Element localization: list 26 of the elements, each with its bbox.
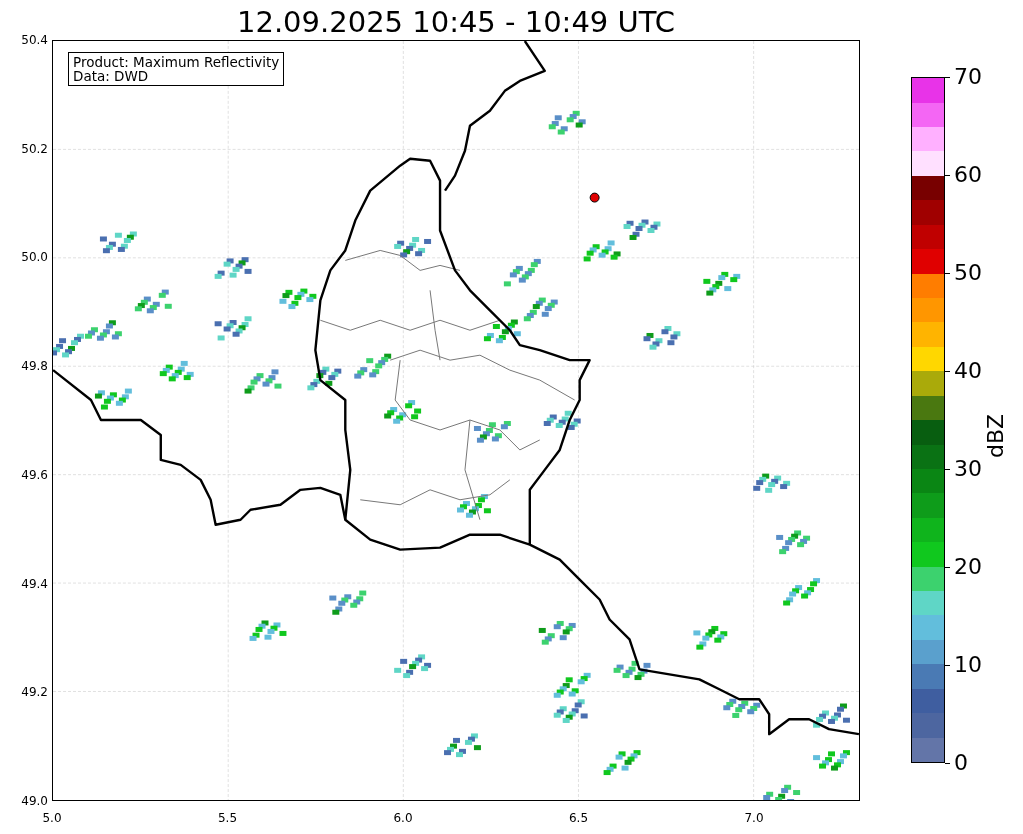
colorbar-tick-label: 50 xyxy=(954,260,982,286)
colorbar-tick-label: 40 xyxy=(954,358,982,384)
longitude-tick-label: 6.5 xyxy=(567,811,590,825)
location-marker xyxy=(589,192,600,203)
colorbar-tick-label: 60 xyxy=(954,162,982,188)
latitude-tick-label: 50.4 xyxy=(21,33,48,47)
legend-text: Product: Maximum Reflectivity xyxy=(73,55,280,69)
latitude-tick-label: 49.6 xyxy=(21,467,48,482)
colorbar-unit-label: dBZ xyxy=(983,413,1010,458)
latitude-tick-label: 49.8 xyxy=(21,359,48,374)
latitude-tick-label: 49.0 xyxy=(21,793,48,808)
latitude-tick-label: 50.0 xyxy=(21,250,48,265)
longitude-tick-label: 5.0 xyxy=(41,811,63,825)
longitude-tick-label: 5.5 xyxy=(216,811,239,825)
latitude-tick-label: 50.2 xyxy=(21,141,48,156)
longitude-tick-label: 7.0 xyxy=(743,811,765,825)
legend-text: Data: DWD xyxy=(73,69,150,83)
colorbar-tick-label: 30 xyxy=(954,456,982,482)
longitude-tick-label: 6.0 xyxy=(392,811,414,825)
latitude-tick-label: 49.2 xyxy=(21,685,48,700)
latitude-tick-label: 49.4 xyxy=(21,576,48,591)
chart-title: 12.09.2025 10:45 - 10:49 UTC xyxy=(237,4,675,40)
colorbar-tick-label: 10 xyxy=(954,652,982,678)
colorbar-tick-label: 70 xyxy=(954,64,982,90)
colorbar-tick-label: 20 xyxy=(954,554,982,580)
colorbar-tick-label: 0 xyxy=(954,750,968,776)
